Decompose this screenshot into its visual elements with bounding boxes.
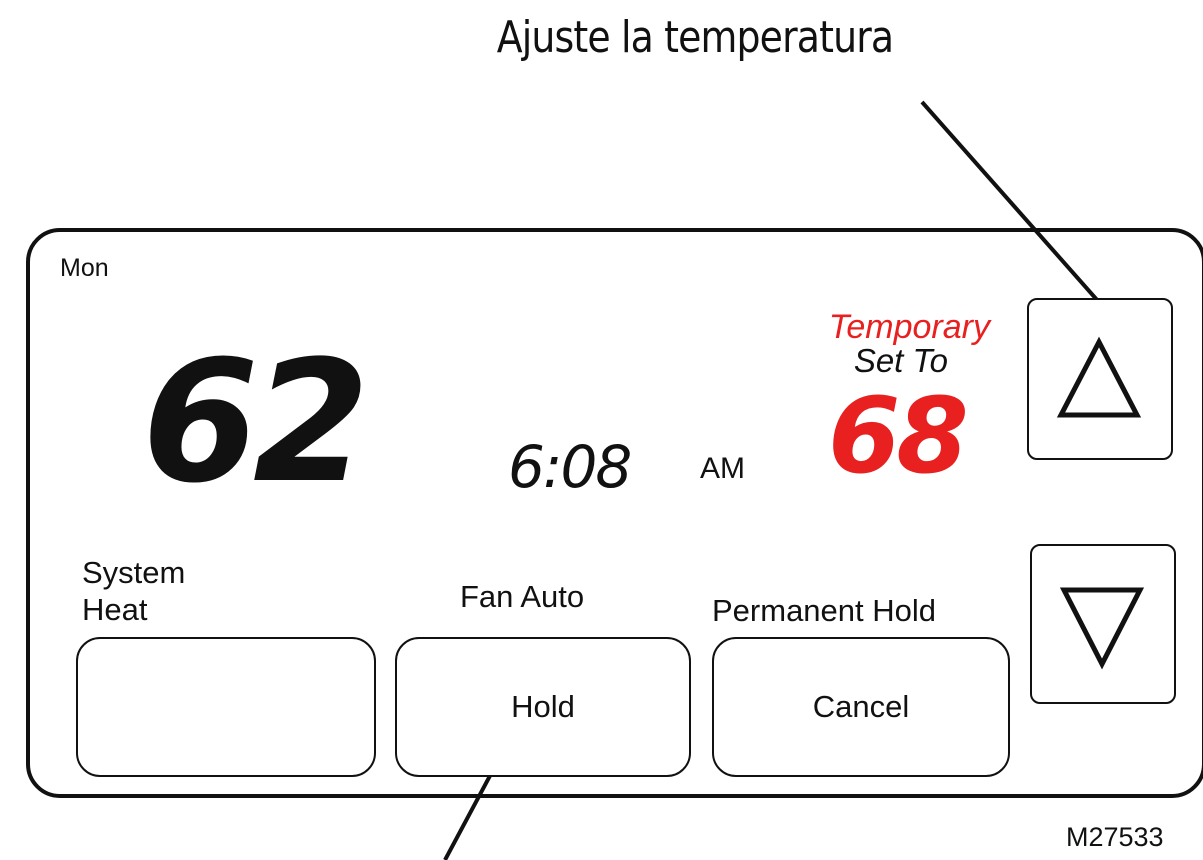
system-mode-label: System Heat (82, 554, 185, 628)
system-button[interactable] (76, 637, 376, 777)
permanent-hold-label: Permanent Hold (712, 593, 937, 628)
am-pm-indicator: AM (700, 452, 745, 485)
triangle-down-icon (1059, 587, 1145, 670)
temperature-down-button[interactable] (1030, 544, 1176, 704)
figure-id: M27533 (1066, 822, 1164, 852)
day-of-week: Mon (60, 254, 109, 282)
temperature-up-button[interactable] (1027, 298, 1173, 460)
cancel-button-label: Cancel (812, 689, 910, 724)
hold-button[interactable]: Hold (395, 637, 691, 777)
clock-time: 6:08 (508, 433, 632, 501)
triangle-up-icon (1056, 336, 1142, 418)
fan-mode-label: Fan Auto (460, 579, 585, 614)
system-label: System (82, 555, 186, 590)
system-mode-value: Heat (82, 592, 148, 628)
hold-button-label: Hold (511, 689, 575, 724)
cancel-button[interactable]: Cancel (712, 637, 1010, 777)
setpoint-temperature: 68 (828, 375, 969, 497)
current-temperature: 62 (142, 324, 370, 520)
callout-title: Ajuste la temperatura (496, 12, 894, 63)
